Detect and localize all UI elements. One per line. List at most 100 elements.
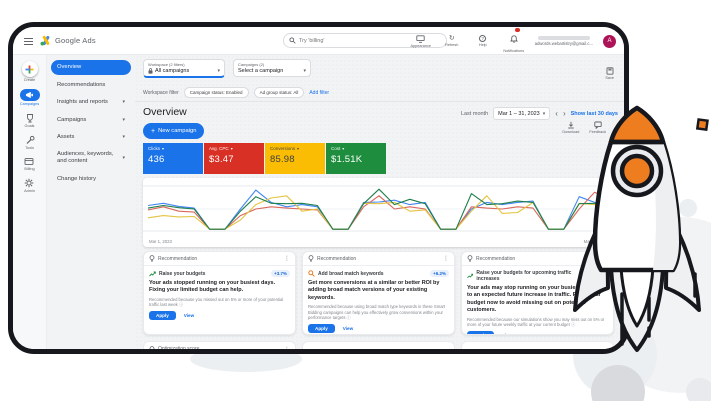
topbar: Google Ads Appearance ↻: [13, 27, 624, 55]
chevron-down-icon: [303, 68, 306, 74]
optimization-score-card[interactable]: Optimization score: [143, 341, 296, 350]
appearance-button[interactable]: Appearance: [409, 34, 433, 48]
apply-button[interactable]: Apply: [467, 330, 494, 334]
add-filter-button[interactable]: Add filter: [309, 90, 329, 96]
uplift-badge: +6.2%: [430, 270, 449, 277]
chevron-down-icon: [122, 117, 125, 124]
campaigns-megaphone-icon: [25, 91, 34, 99]
recommendation-cards: Recommendation Raise your budgets +3.7%: [143, 251, 614, 335]
kebab-menu-icon[interactable]: [284, 346, 290, 350]
notification-badge: [514, 27, 520, 32]
save-button[interactable]: Save: [605, 67, 614, 80]
sidebar-item-campaigns[interactable]: Campaigns: [51, 114, 131, 127]
plus-icon: +: [151, 127, 156, 135]
sidebar-item-recommendations[interactable]: Recommendations: [51, 79, 131, 92]
chevron-down-icon: [122, 99, 125, 106]
metric-card-avg-cpc[interactable]: Avg. CPC $3.47: [204, 143, 264, 174]
rail-item-campaigns[interactable]: Campaigns: [19, 89, 40, 106]
account-info[interactable]: adwords.webartistry@gmail.c...: [535, 36, 593, 46]
date-range-picker[interactable]: Mar 1 – 31, 2023: [493, 107, 551, 120]
goals-icon: [26, 114, 33, 123]
rocket-illustration: [573, 105, 709, 352]
apply-button[interactable]: Apply: [308, 323, 335, 333]
chip-campaign-status[interactable]: Campaign status: Enabled: [183, 87, 249, 98]
x-axis-start-label: Mar 1, 2023: [149, 239, 172, 244]
sidebar-item-audiences[interactable]: Audiences, keywords, and content: [51, 148, 131, 168]
kebab-menu-icon[interactable]: [284, 255, 290, 262]
apply-button[interactable]: Apply: [149, 310, 176, 320]
sidebar-item-overview[interactable]: Overview: [51, 60, 131, 76]
sidebar-item-assets[interactable]: Assets: [51, 131, 131, 144]
lock-icon: [148, 68, 153, 74]
new-campaign-button[interactable]: + New campaign: [143, 123, 205, 139]
sidebar-item-insights-reports[interactable]: Insights and reports: [51, 96, 131, 109]
help-icon: ?: [479, 35, 487, 42]
help-button[interactable]: ? Help: [471, 35, 495, 47]
uplift-badge: +3.7%: [271, 270, 290, 277]
account-email: adwords.webartistry@gmail.c...: [534, 41, 593, 46]
recommendation-card-1: Recommendation Raise your budgets +3.7%: [143, 251, 296, 335]
sidebar-item-change-history[interactable]: Change history: [51, 173, 131, 186]
performance-chart[interactable]: Mar 1, 2023 Mar 31, 2023: [143, 178, 615, 247]
chevron-down-icon: [122, 134, 125, 141]
create-plus-icon: [25, 65, 34, 73]
metric-card-clicks[interactable]: Clicks 436: [143, 143, 203, 174]
chevron-down-icon: [231, 146, 233, 151]
google-ads-logo-icon: [40, 35, 50, 46]
workspace-filter-dropdown[interactable]: Workspace (2 filters) All campaigns: [143, 59, 225, 78]
notifications-button[interactable]: Notifications: [502, 27, 526, 53]
search-icon: [289, 37, 296, 44]
rail-item-billing[interactable]: Billing: [24, 157, 35, 171]
last-month-label: Last month: [460, 110, 489, 117]
account-name-redacted: [537, 36, 590, 40]
rail-item-goals[interactable]: Goals: [25, 113, 35, 128]
billing-card-icon: [25, 158, 34, 165]
trending-up-icon: [149, 271, 156, 276]
app-body: Create Campaigns Goals Tools Billing Adm…: [13, 55, 624, 349]
view-link[interactable]: View: [184, 313, 194, 318]
topbar-actions: Appearance ↻ Refresh ? Help Notification…: [409, 27, 616, 53]
rail-item-tools[interactable]: Tools: [25, 135, 35, 150]
sidebar: Overview Recommendations Insights and re…: [47, 55, 135, 349]
chevron-down-icon: [217, 68, 220, 74]
trending-up-icon: [467, 273, 474, 279]
refresh-icon: ↻: [448, 35, 455, 42]
filter-chips-row: Workspace filter Campaign status: Enable…: [143, 87, 329, 98]
rail-item-admin[interactable]: Admin: [24, 178, 35, 193]
avatar[interactable]: A: [603, 34, 616, 48]
main-content: Workspace (2 filters) All campaigns Camp…: [135, 55, 624, 349]
nav-rail: Create Campaigns Goals Tools Billing Adm…: [13, 55, 47, 349]
notifications-icon: [509, 34, 518, 43]
metric-card-conversions[interactable]: Conversions 85.98: [265, 143, 325, 174]
chevron-down-icon: [297, 146, 299, 151]
divider: [135, 101, 624, 102]
admin-gear-icon: [25, 178, 34, 188]
kebab-menu-icon[interactable]: [443, 255, 449, 262]
chevron-down-icon: [342, 146, 344, 151]
app-title: Google Ads: [55, 36, 96, 45]
lightbulb-icon: [467, 255, 473, 262]
lightbulb-icon: [149, 345, 155, 349]
page-title: Overview: [143, 106, 187, 118]
menu-icon[interactable]: [24, 38, 33, 45]
refresh-button[interactable]: ↻ Refresh: [440, 35, 464, 47]
save-icon: [606, 67, 614, 75]
metric-cards: Clicks 436 Avg. CPC $3.47 Conversions 85…: [143, 143, 386, 174]
appearance-icon: [416, 34, 425, 43]
view-link[interactable]: View: [502, 333, 512, 334]
google-ads-window: Google Ads Appearance ↻: [8, 22, 629, 354]
chip-adgroup-status[interactable]: Ad group status: All: [253, 87, 305, 98]
chevron-down-icon: [162, 146, 164, 151]
metric-card-cost[interactable]: Cost $1.51K: [326, 143, 386, 174]
partial-card: [302, 341, 455, 349]
recommendation-card-2: Recommendation Add broad match keywords: [302, 251, 455, 335]
keyword-search-icon: [308, 270, 315, 277]
chevron-down-icon: [543, 111, 546, 117]
chevron-down-icon: [122, 155, 125, 162]
lightbulb-icon: [308, 255, 314, 262]
campaign-select-dropdown[interactable]: Campaigns (2) Select a campaign: [233, 59, 311, 77]
rail-item-create[interactable]: Create: [21, 61, 38, 82]
view-link[interactable]: View: [343, 326, 353, 331]
lightbulb-icon: [149, 255, 155, 262]
tools-icon: [26, 135, 34, 144]
